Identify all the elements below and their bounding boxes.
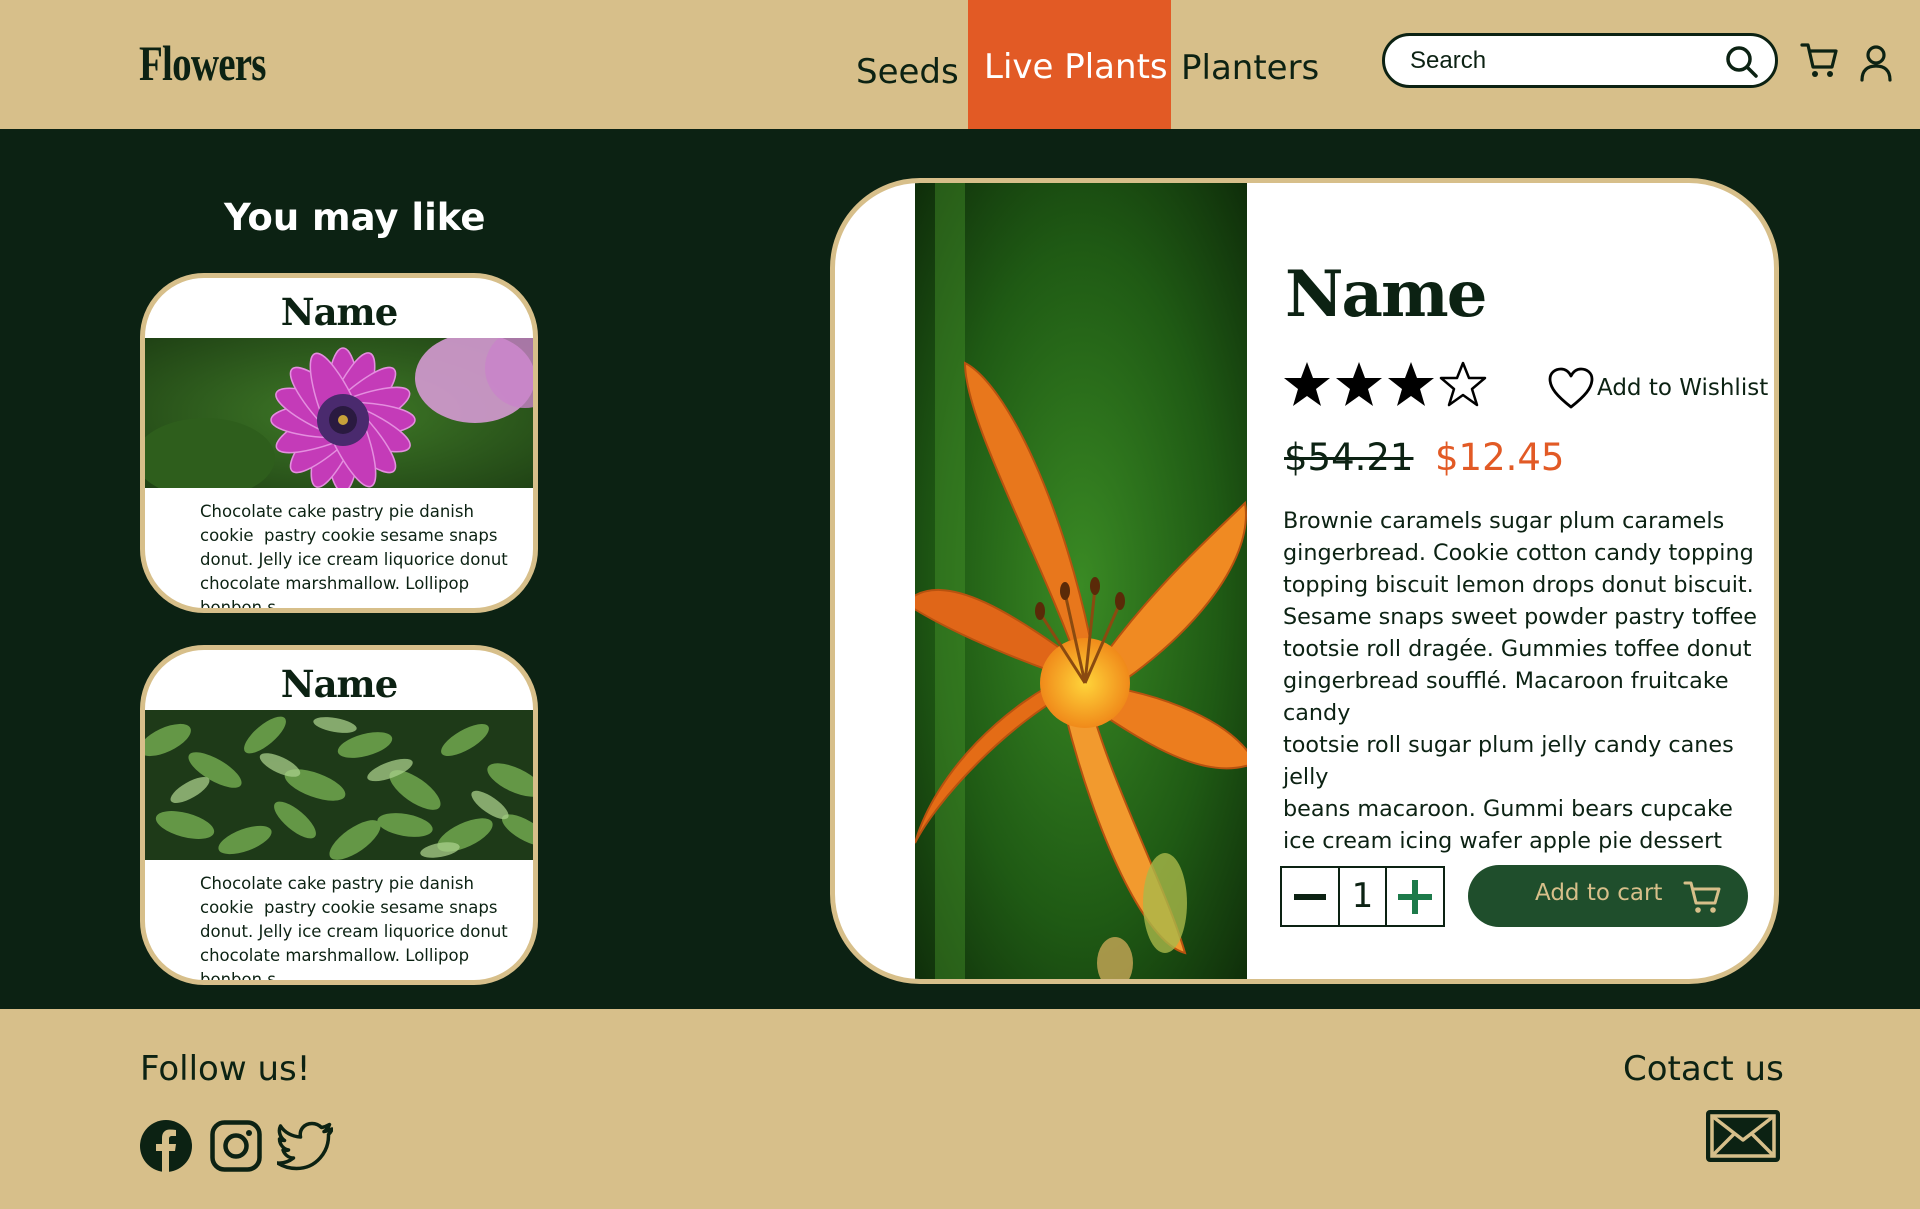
- description-line: Sesame snaps sweet powder pastry toffee: [1283, 604, 1758, 630]
- card-description: Chocolate cake pastry pie danish cookie …: [200, 874, 508, 985]
- cart-icon: [1683, 881, 1721, 913]
- nav-item-label: Live Plants: [984, 47, 1168, 87]
- quantity-stepper: 1: [1280, 866, 1445, 927]
- sale-price: $12.45: [1435, 436, 1565, 479]
- quantity-value[interactable]: 1: [1340, 868, 1385, 925]
- card-title: Name: [280, 662, 399, 706]
- original-price: $54.21: [1284, 436, 1414, 479]
- search-input[interactable]: [1410, 46, 1710, 75]
- star-filled-icon[interactable]: [1334, 359, 1384, 409]
- orange-lily-image: [915, 183, 1247, 979]
- add-to-cart-label: Add to cart: [1535, 880, 1663, 906]
- card-title: Name: [280, 290, 399, 334]
- description-line: gingerbread. Cookie cotton candy topping: [1283, 540, 1754, 566]
- description-line: gingerbread soufflé. Macaroon fruitcake …: [1283, 668, 1729, 726]
- product-card[interactable]: Name Chocolate cake pastry pie danish co…: [140, 645, 538, 985]
- increase-quantity-button[interactable]: [1385, 868, 1443, 925]
- section-title: You may like: [224, 196, 486, 239]
- description-line: beans macaroon. Gummi bears cupcake: [1283, 796, 1733, 822]
- decrease-quantity-button[interactable]: [1282, 868, 1340, 925]
- description-line: topping biscuit lemon drops donut biscui…: [1283, 572, 1754, 598]
- cart-icon[interactable]: [1800, 40, 1838, 80]
- description-line: Brownie caramels sugar plum caramels: [1283, 508, 1725, 534]
- site-header: Flowers Seeds Live Plants Planters: [0, 0, 1920, 129]
- card-description: Chocolate cake pastry pie danish cookie …: [200, 502, 508, 613]
- description-line: tootsie roll dragée. Gummies toffee donu…: [1283, 636, 1752, 662]
- facebook-icon[interactable]: [140, 1120, 192, 1172]
- product-title: Name: [1285, 257, 1487, 332]
- star-empty-icon[interactable]: [1438, 359, 1488, 409]
- add-to-wishlist[interactable]: Add to Wishlist: [1547, 366, 1768, 410]
- add-to-cart-button[interactable]: Add to cart: [1468, 865, 1748, 927]
- product-card[interactable]: Name Chocolate cake pastry pie danish co…: [140, 273, 538, 613]
- star-filled-icon[interactable]: [1386, 359, 1436, 409]
- description-line: tootsie roll sugar plum jelly candy cane…: [1283, 732, 1734, 790]
- site-footer: Follow us! Cotact us: [0, 1009, 1920, 1209]
- follow-us-label: Follow us!: [140, 1049, 311, 1089]
- minus-icon: [1294, 893, 1326, 900]
- twitter-icon[interactable]: [277, 1120, 333, 1172]
- green-plants-image: [145, 710, 533, 860]
- mail-icon[interactable]: [1706, 1110, 1780, 1162]
- search-box: [1382, 33, 1778, 88]
- nav-item-label: Seeds: [856, 52, 959, 92]
- nav-item-live-plants[interactable]: Live Plants: [968, 0, 1171, 129]
- contact-us-label: Cotact us: [1623, 1049, 1784, 1089]
- heart-icon: [1548, 367, 1594, 409]
- product-detail: Name Add to Wishlist $54.21 $12.45 Brown…: [830, 178, 1779, 984]
- product-description: Brownie caramels sugar plum caramels gin…: [1283, 505, 1774, 889]
- user-icon[interactable]: [1859, 44, 1893, 82]
- instagram-icon[interactable]: [210, 1120, 262, 1172]
- logo[interactable]: Flowers: [139, 34, 266, 92]
- wishlist-label: Add to Wishlist: [1597, 375, 1769, 401]
- plus-icon: [1398, 879, 1432, 914]
- search-icon[interactable]: [1725, 45, 1759, 79]
- nav-item-label: Planters: [1181, 48, 1320, 88]
- star-filled-icon[interactable]: [1282, 359, 1332, 409]
- rating[interactable]: [1282, 359, 1488, 409]
- purple-daisy-image: [145, 338, 533, 488]
